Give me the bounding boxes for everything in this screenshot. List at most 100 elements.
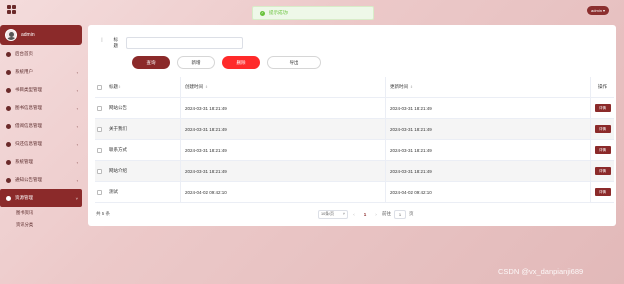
list-icon — [6, 123, 11, 129]
table-row: 测试 2024-04-02 09:42:10 2024-04-02 09:42:10… — [95, 182, 614, 203]
cell-action: 详情 — [590, 161, 614, 181]
cell-created: 2024-03-31 18:21:49 — [180, 98, 385, 118]
action-buttons: 查询 新增 删除 导出 — [132, 56, 321, 69]
sidebar-item-0[interactable]: 后台首页 — [0, 45, 82, 63]
data-table: 标题⇕ 创建时间 ⇕ 更新时间 ⇕ 操作 网站公告 2024-03-31 18:21:… — [95, 77, 614, 203]
sidebar-subitem-news-category[interactable]: 资讯分类 — [0, 219, 82, 231]
next-page-button[interactable]: › — [370, 212, 382, 217]
goto-label: 前往 — [382, 211, 391, 216]
goto-suffix: 页 — [409, 211, 414, 216]
detail-button[interactable]: 详情 — [594, 146, 611, 154]
sidebar-user: admin — [0, 25, 82, 45]
title-search-input[interactable] — [126, 37, 243, 49]
header-updated[interactable]: 更新时间 ⇕ — [385, 77, 590, 97]
success-toast: ✓ 提示成功! — [252, 6, 374, 20]
cell-action: 详情 — [590, 119, 614, 139]
sidebar-item-1[interactable]: 系统用户 ‹ — [0, 63, 82, 81]
delete-button[interactable]: 删除 — [222, 56, 260, 69]
detail-button[interactable]: 详情 — [594, 104, 611, 112]
sidebar-item-label: 系统管理 — [15, 159, 33, 164]
cell-title: 网站公告 — [109, 105, 127, 110]
add-button[interactable]: 新增 — [177, 56, 215, 69]
page-size-select[interactable]: 10条/页 ˅ — [318, 209, 348, 219]
chevron-icon: ‹ — [76, 178, 78, 183]
total-count: 共 5 条 — [96, 211, 111, 216]
user-menu[interactable]: admin ▾ — [587, 6, 609, 15]
return-icon — [6, 141, 11, 147]
sidebar: admin 后台首页 系统用户 ‹ 书目类型管理 ‹ 图书信息管理 ‹ 借阅信息管理 ‹ 归还信息… — [0, 25, 82, 231]
cell-action: 详情 — [590, 98, 614, 118]
chevron-icon: ‹ — [76, 142, 78, 147]
table-row: 网站公告 2024-03-31 18:21:49 2024-03-31 18:21:… — [95, 98, 614, 119]
apps-grid-icon[interactable] — [7, 5, 16, 14]
header-action: 操作 — [590, 77, 614, 97]
query-button[interactable]: 查询 — [132, 56, 170, 69]
pagination: 共 5 条 10条/页 ˅ ‹ 1 › 前往 1 页 — [96, 208, 608, 220]
cell-created: 2024-04-02 09:42:10 — [180, 182, 385, 202]
select-all-checkbox[interactable] — [95, 84, 103, 90]
sidebar-subitem-book-news[interactable]: 图书资讯 — [0, 207, 82, 219]
sidebar-item-label: 书目类型管理 — [15, 87, 42, 92]
book-icon — [6, 105, 11, 111]
sort-icon: ⇕ — [410, 85, 413, 89]
sidebar-item-label: 图书信息管理 — [15, 105, 42, 110]
avatar — [5, 29, 17, 41]
watermark: CSDN @vx_danpianji689 — [498, 267, 584, 276]
chevron-icon: ‹ — [76, 106, 78, 111]
sidebar-item-4[interactable]: 借阅信息管理 ‹ — [0, 117, 82, 135]
chevron-icon: ‹ — [76, 70, 78, 75]
sidebar-item-6[interactable]: 系统管理 ‹ — [0, 153, 82, 171]
chevron-down-icon: ▾ — [602, 8, 605, 13]
sidebar-item-2[interactable]: 书目类型管理 ‹ — [0, 81, 82, 99]
row-checkbox[interactable] — [95, 126, 103, 132]
detail-button[interactable]: 详情 — [594, 188, 611, 196]
cell-action: 详情 — [590, 140, 614, 160]
table-row: 联系方式 2024-03-31 18:21:49 2024-03-31 18:21:… — [95, 140, 614, 161]
sidebar-item-label: 通知公告管理 — [15, 177, 42, 182]
gear-icon — [6, 159, 11, 165]
sidebar-item-label: 归还信息管理 — [15, 141, 42, 146]
detail-button[interactable]: 详情 — [594, 167, 611, 175]
prev-page-button[interactable]: ‹ — [348, 212, 360, 217]
search-form: 标题 — [98, 37, 243, 49]
cell-created: 2024-03-31 18:21:49 — [180, 140, 385, 160]
cell-updated: 2024-03-31 18:21:49 — [385, 161, 590, 181]
chevron-down-icon: ˅ — [342, 212, 345, 216]
chevron-icon: ‹ — [76, 160, 78, 165]
table-header: 标题⇕ 创建时间 ⇕ 更新时间 ⇕ 操作 — [95, 77, 614, 98]
sidebar-item-8[interactable]: 资源管理 ˅ — [0, 189, 82, 207]
cell-action: 详情 — [590, 182, 614, 202]
sidebar-item-label: 后台首页 — [15, 51, 33, 56]
detail-button[interactable]: 详情 — [594, 125, 611, 133]
search-label: 标题 — [98, 37, 120, 49]
sort-icon: ⇕ — [118, 85, 121, 89]
page-number-current[interactable]: 1 — [360, 212, 370, 217]
row-checkbox[interactable] — [95, 168, 103, 174]
bell-icon — [6, 177, 11, 183]
row-checkbox[interactable] — [95, 105, 103, 111]
sort-icon: ⇕ — [205, 85, 208, 89]
chevron-icon: ‹ — [76, 124, 78, 129]
sidebar-item-label: 借阅信息管理 — [15, 123, 42, 128]
cell-updated: 2024-03-31 18:21:49 — [385, 140, 590, 160]
table-row: 关于我们 2024-03-31 18:21:49 2024-03-31 18:21:… — [95, 119, 614, 140]
table-row: 网站介绍 2024-03-31 18:21:49 2024-03-31 18:21:… — [95, 161, 614, 182]
sidebar-user-name: admin — [21, 32, 35, 38]
main-panel: 标题 查询 新增 删除 导出 标题⇕ 创建时间⇕ 更新时间⇕ 操作 网站公告 20… — [88, 25, 616, 226]
goto-page-input[interactable]: 1 — [394, 209, 406, 219]
user-menu-name: admin — [591, 8, 602, 13]
sidebar-item-5[interactable]: 归还信息管理 ‹ — [0, 135, 82, 153]
header-title[interactable]: 标题⇕ — [103, 84, 180, 90]
header-created[interactable]: 创建时间 ⇕ — [180, 77, 385, 97]
toast-message: 提示成功! — [269, 10, 289, 15]
chevron-icon: ‹ — [76, 88, 78, 93]
export-button[interactable]: 导出 — [267, 56, 321, 69]
row-checkbox[interactable] — [95, 189, 103, 195]
folder-icon — [6, 87, 11, 93]
sidebar-item-3[interactable]: 图书信息管理 ‹ — [0, 99, 82, 117]
cell-updated: 2024-04-02 09:42:10 — [385, 182, 590, 202]
cell-title: 联系方式 — [109, 147, 127, 152]
sidebar-item-label: 系统用户 — [15, 69, 33, 74]
row-checkbox[interactable] — [95, 147, 103, 153]
sidebar-item-7[interactable]: 通知公告管理 ‹ — [0, 171, 82, 189]
